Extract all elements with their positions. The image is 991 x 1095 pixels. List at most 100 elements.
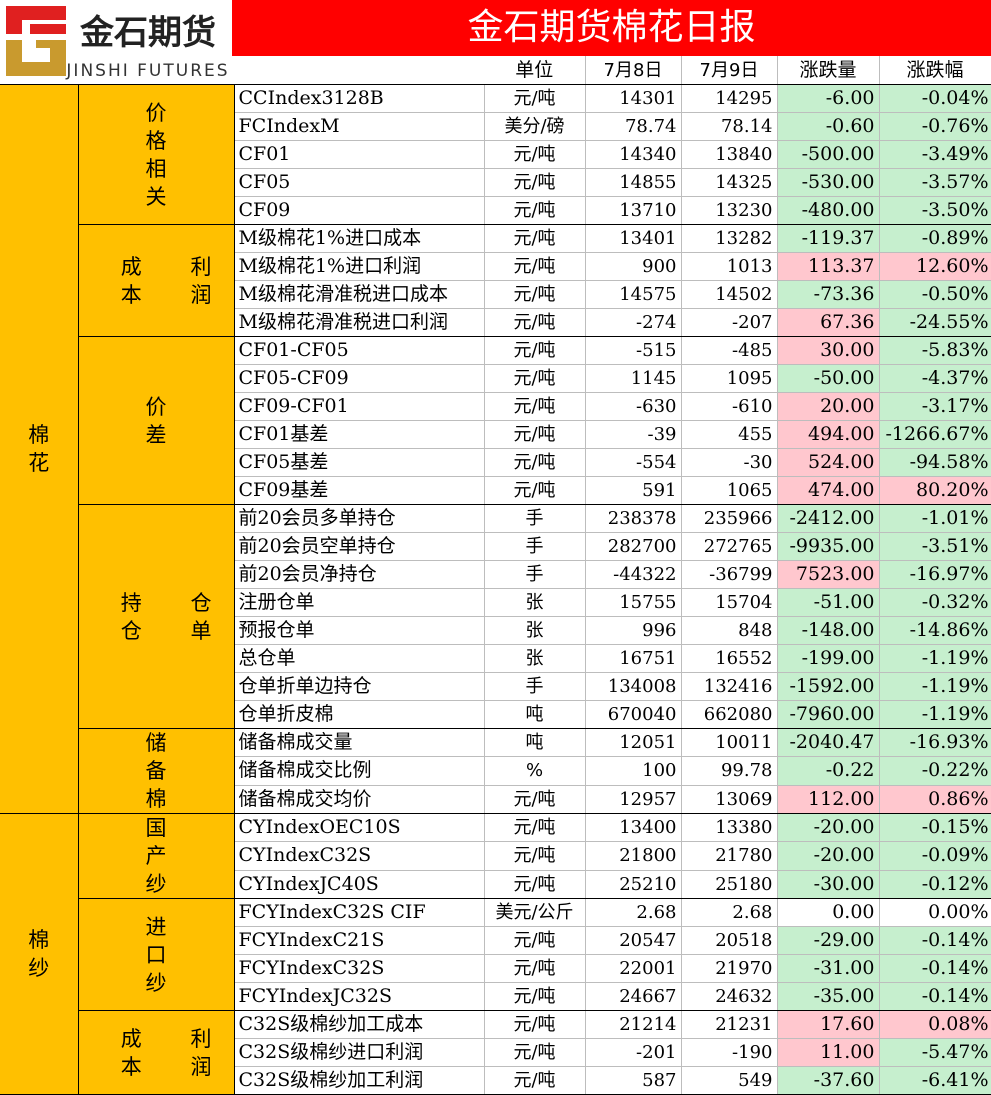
indicator-name: CF09基差	[234, 476, 485, 505]
indicator-name: 储备棉成交量	[234, 728, 485, 758]
value-date-1: 13401	[585, 224, 682, 253]
table-row: 持仓仓单前20会员多单持仓手 238378 235966 -2412.00 -1.01%	[0, 504, 991, 729]
change-value: 474.00	[777, 476, 880, 505]
unit-cell: 手	[484, 560, 586, 589]
change-percent: -0.15%	[879, 813, 991, 843]
value-date-2: 272765	[681, 532, 778, 561]
value-date-2: 21780	[681, 841, 778, 871]
change-value: -0.22	[777, 756, 880, 786]
unit-cell: 元/吨	[484, 392, 586, 421]
unit-cell: 元/吨	[484, 448, 586, 477]
value-date-2: -190	[681, 1038, 778, 1067]
unit-cell: 元/吨	[484, 252, 586, 281]
change-value: -9935.00	[777, 532, 880, 561]
table-row: 棉纱国产纱 CYIndexOEC10S 元/吨 13400 13380 -20.00 -0.…	[0, 813, 991, 1095]
group-label: 持仓仓单	[78, 504, 235, 729]
change-percent: -0.04%	[879, 84, 991, 113]
group-label: 储备棉	[78, 728, 235, 814]
report-table: 单位 7月8日 7月9日 涨跌量 涨跌幅 棉花价格相关 CCIndex3128B 元…	[0, 56, 991, 1095]
change-value: 11.00	[777, 1038, 880, 1067]
svg-text:金石期货: 金石期货	[79, 13, 216, 53]
value-date-2: 235966	[681, 504, 778, 533]
value-date-2: -485	[681, 336, 778, 365]
unit-cell: 手	[484, 672, 586, 701]
unit-cell: 元/吨	[484, 841, 586, 871]
change-value: 113.37	[777, 252, 880, 281]
indicator-name: 储备棉成交均价	[234, 785, 485, 815]
indicator-name: 注册仓单	[234, 588, 485, 617]
value-date-1: 100	[585, 756, 682, 786]
unit-cell: 美分/磅	[484, 112, 586, 141]
change-value: -51.00	[777, 588, 880, 617]
value-date-2: 10011	[681, 728, 778, 758]
indicator-name: C32S级棉纱进口利润	[234, 1038, 485, 1067]
indicator-name: M级棉花1%进口成本	[234, 224, 485, 253]
change-value: -2040.47	[777, 728, 880, 758]
unit-cell: 张	[484, 644, 586, 673]
indicator-name: FCYIndexC32S	[234, 954, 485, 983]
change-value: -480.00	[777, 196, 880, 225]
value-date-2: 1013	[681, 252, 778, 281]
header-date-1: 7月8日	[585, 56, 682, 85]
indicator-name: FCYIndexJC32S	[234, 982, 485, 1011]
unit-cell: 元/吨	[484, 420, 586, 449]
group-label: 国产纱	[78, 813, 235, 899]
change-value: -500.00	[777, 140, 880, 169]
indicator-name: C32S级棉纱加工成本	[234, 1010, 485, 1039]
change-percent: -5.83%	[879, 336, 991, 365]
group-label: 成利本润	[78, 1010, 235, 1095]
value-date-1: 15755	[585, 588, 682, 617]
indicator-name: 前20会员多单持仓	[234, 504, 485, 533]
indicator-name: CF05基差	[234, 448, 485, 477]
change-percent: -0.50%	[879, 280, 991, 309]
value-date-2: -610	[681, 392, 778, 421]
value-date-1: 591	[585, 476, 682, 505]
header-blank	[0, 56, 484, 85]
header-change-pct: 涨跌幅	[879, 56, 991, 85]
table-row: 成利本润 C32S级棉纱加工成本 元/吨 21214 21231 17.60 0.08%	[0, 1010, 991, 1095]
table-row: 价差 CF01-CF05 元/吨 -515 -485 30.00 -5.83%	[0, 336, 991, 505]
unit-cell: 张	[484, 588, 586, 617]
value-date-2: -36799	[681, 560, 778, 589]
change-percent: -3.51%	[879, 532, 991, 561]
value-date-2: 16552	[681, 644, 778, 673]
change-percent: -0.09%	[879, 841, 991, 871]
value-date-1: 22001	[585, 954, 682, 983]
indicator-name: CF01-CF05	[234, 336, 485, 365]
value-date-1: 21214	[585, 1010, 682, 1039]
value-date-2: 2.68	[681, 898, 778, 927]
value-date-1: 13710	[585, 196, 682, 225]
group-label: 成利本润	[78, 224, 235, 337]
indicator-name: 储备棉成交比例	[234, 756, 485, 786]
change-percent: -3.50%	[879, 196, 991, 225]
unit-cell: 元/吨	[484, 308, 586, 337]
change-percent: -0.12%	[879, 870, 991, 900]
value-date-1: 25210	[585, 870, 682, 900]
unit-cell: %	[484, 756, 586, 786]
value-date-1: -630	[585, 392, 682, 421]
unit-cell: 元/吨	[484, 476, 586, 505]
unit-cell: 手	[484, 504, 586, 533]
header-date-2: 7月9日	[681, 56, 778, 85]
report-body: 单位 7月8日 7月9日 涨跌量 涨跌幅 棉花价格相关 CCIndex3128B 元…	[0, 56, 991, 1095]
change-percent: -0.32%	[879, 588, 991, 617]
indicator-name: 仓单折单边持仓	[234, 672, 485, 701]
unit-cell: 美元/公斤	[484, 898, 586, 927]
indicator-name: M级棉花1%进口利润	[234, 252, 485, 281]
change-percent: 0.08%	[879, 1010, 991, 1039]
unit-cell: 元/吨	[484, 364, 586, 393]
change-value: -35.00	[777, 982, 880, 1011]
change-percent: -0.14%	[879, 982, 991, 1011]
indicator-name: CF09-CF01	[234, 392, 485, 421]
change-value: -30.00	[777, 870, 880, 900]
value-date-1: -39	[585, 420, 682, 449]
value-date-1: 16751	[585, 644, 682, 673]
unit-cell: 元/吨	[484, 982, 586, 1011]
change-percent: -1.19%	[879, 672, 991, 701]
change-value: 494.00	[777, 420, 880, 449]
change-value: -530.00	[777, 168, 880, 197]
unit-cell: 张	[484, 616, 586, 645]
value-date-2: 21231	[681, 1010, 778, 1039]
change-value: -7960.00	[777, 700, 880, 729]
unit-cell: 手	[484, 532, 586, 561]
